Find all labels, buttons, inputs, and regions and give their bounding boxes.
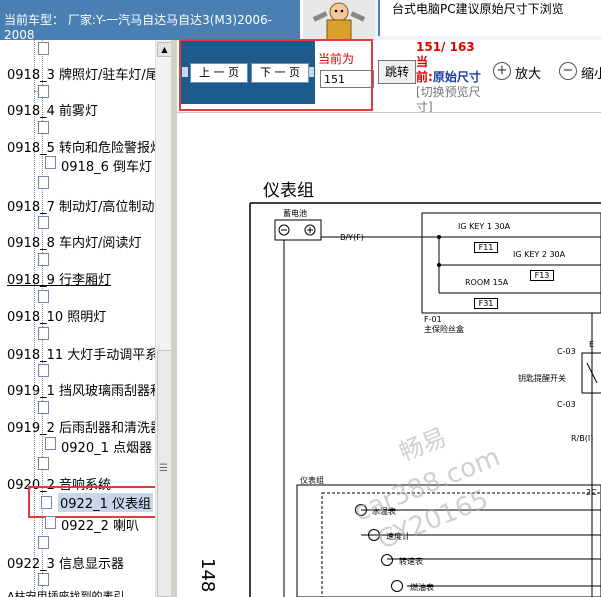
- document-icon: [38, 85, 49, 98]
- sidebar-item-0919-1[interactable]: 0919_1 挡风玻璃雨刮器和: [7, 380, 155, 399]
- switch-preview-link[interactable]: [切换预览尺寸]: [416, 85, 481, 114]
- sidebar-item-0918-7[interactable]: 0918_7 制动灯/高位制动: [7, 196, 154, 215]
- label-tacho: 转速表: [399, 557, 423, 566]
- tachometer-icon: [381, 554, 393, 566]
- sidebar-item-0918-8[interactable]: 0918_8 车内灯/阅读灯: [7, 232, 141, 251]
- pc-notice-text: 台式电脑PC建议原始尺寸下浏览: [392, 2, 564, 16]
- original-size-link[interactable]: 原始尺寸: [433, 70, 481, 84]
- document-icon: [38, 121, 49, 134]
- current-model-text: 当前车型： 厂家:Y-一汽马自达马自达3(M3)2006-: [4, 13, 272, 27]
- title-bar: 当前车型： 厂家:Y-一汽马自达马自达3(M3)2006- 2008: [0, 0, 300, 42]
- document-icon: [38, 327, 49, 340]
- sidebar-item-0918-11[interactable]: 0918_11 大灯手动调平系: [7, 344, 155, 363]
- zoom-in-icon: +: [493, 62, 511, 80]
- label-ig-key1: IG KEY 1 30A: [458, 222, 511, 231]
- document-icon: [38, 216, 49, 229]
- page-info-prefix: 前:: [416, 70, 433, 84]
- document-icon: [38, 573, 49, 586]
- sidebar-item-0918-10[interactable]: 0918_10 照明灯: [7, 306, 106, 325]
- scroll-grip: ☰: [159, 463, 168, 474]
- label-c03b: C-03: [557, 400, 576, 409]
- label-fuel: 燃油表: [410, 583, 434, 592]
- scrollbar-thumb[interactable]: ☰: [157, 350, 172, 597]
- document-icon: [38, 42, 49, 55]
- label-2c: 2C: [586, 488, 597, 497]
- document-icon: [45, 516, 56, 529]
- document-icon: [45, 156, 56, 169]
- sidebar-item-0922-1[interactable]: 0922_1 仪表组: [58, 493, 153, 512]
- sidebar-item-0918-5[interactable]: 0918_5 转向和危险警报灯: [7, 137, 155, 156]
- scroll-up-arrow[interactable]: ▲: [157, 42, 172, 57]
- document-icon: [38, 536, 49, 549]
- sidebar-item-0918-4[interactable]: 0918_4 前雾灯: [7, 100, 98, 119]
- label-e: E: [589, 340, 595, 349]
- label-cluster: 仪表组: [300, 476, 324, 485]
- document-icon: [41, 496, 52, 509]
- label-key-switch: 钥匙提醒开关: [518, 374, 566, 383]
- sidebar-tree: 0918_3 牌照灯/驻车灯/尾 0918_4 前雾灯 0918_5 转向和危险…: [0, 40, 155, 597]
- notice-panel: 台式电脑PC建议原始尺寸下浏览: [375, 0, 601, 41]
- document-icon: [38, 176, 49, 189]
- label-main-fuse-box: 主保险丝盒: [424, 325, 464, 334]
- tree-connector: [34, 91, 38, 92]
- sidebar-scrollbar[interactable]: ▲ ☰: [155, 40, 172, 597]
- sidebar-item-0920-1[interactable]: 0920_1 点烟器: [61, 437, 152, 456]
- sidebar-item-0922-2[interactable]: 0922_2 喇叭: [61, 515, 139, 534]
- zoom-in-label: 放大: [515, 67, 542, 82]
- sidebar-item-0918-6[interactable]: 0918_6 倒车灯: [61, 156, 152, 175]
- zoom-out-label: 缩小: [581, 67, 601, 82]
- mechanic-icon: [312, 2, 366, 41]
- page-info: 151/ 163 当 前:原始尺寸 [切换预览尺寸]: [416, 40, 488, 115]
- sidebar-item-0918-9[interactable]: 0918_9 行李厢灯: [7, 269, 111, 288]
- document-icon: [45, 437, 56, 450]
- label-battery: 蓄电池: [283, 209, 307, 218]
- label-wire-by: B/Y(F): [340, 233, 364, 242]
- document-icon: [38, 253, 49, 266]
- nav-highlight-box: [179, 39, 373, 111]
- document-icon: [38, 401, 49, 414]
- mascot-logo: [303, 0, 375, 41]
- page-info-tail: 当: [416, 55, 429, 69]
- label-f11: F11: [474, 242, 498, 253]
- label-room: ROOM 15A: [465, 278, 509, 287]
- notice-inner: 台式电脑PC建议原始尺寸下浏览: [378, 0, 601, 36]
- page-count: 151/ 163: [416, 40, 475, 54]
- label-f31: F31: [474, 298, 498, 309]
- sidebar-item-next[interactable]: A柱安用插座找到的表引: [7, 588, 125, 597]
- fuel-gauge-icon: [391, 580, 403, 592]
- label-f01: F-01: [424, 315, 442, 324]
- sidebar-item-0919-2[interactable]: 0919_2 后雨刮器和清洗器: [7, 417, 155, 436]
- document-icon: [38, 364, 49, 377]
- zoom-out-icon: −: [559, 62, 577, 80]
- zoom-in-button[interactable]: + 放大: [493, 60, 553, 82]
- zoom-out-button[interactable]: − 缩小: [559, 60, 601, 82]
- label-c03a: C-03: [557, 347, 576, 356]
- label-rb: R/B(I): [571, 434, 594, 443]
- label-f13: F13: [530, 270, 554, 281]
- label-ig-key2: IG KEY 2 30A: [513, 250, 566, 259]
- document-icon: [38, 457, 49, 470]
- document-icon: [38, 290, 49, 303]
- sidebar-item-0918-3[interactable]: 0918_3 牌照灯/驻车灯/尾: [7, 64, 155, 83]
- sidebar-item-0922-3[interactable]: 0922_3 信息显示器: [7, 553, 124, 572]
- jump-button[interactable]: 跳转: [378, 60, 416, 84]
